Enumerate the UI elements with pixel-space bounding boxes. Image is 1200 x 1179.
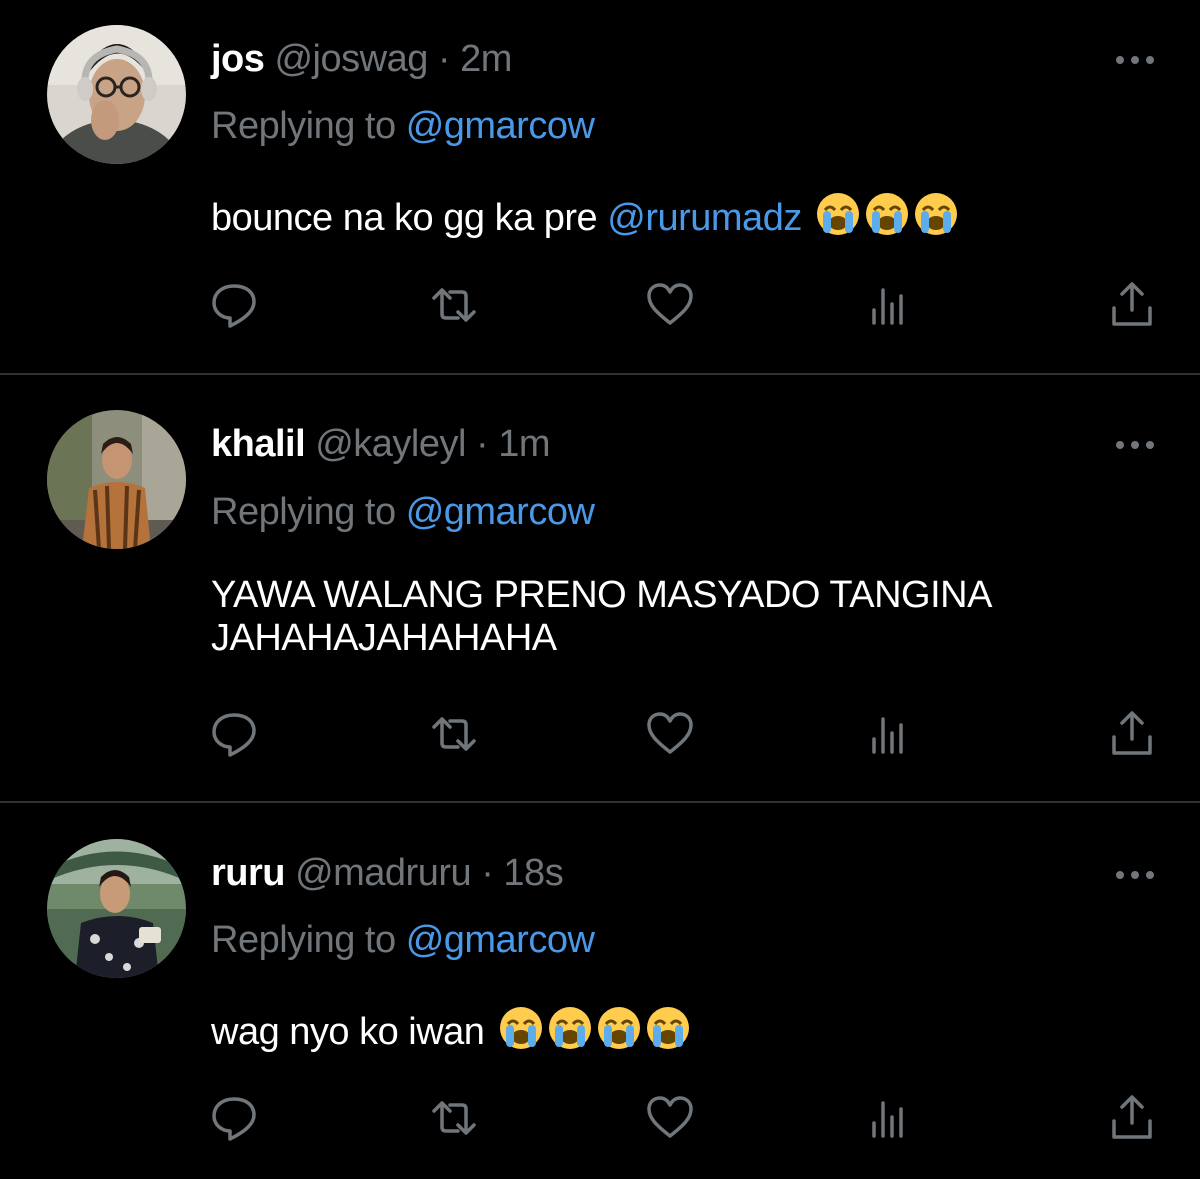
analytics-icon[interactable] [862, 1093, 914, 1143]
share-icon[interactable] [1106, 709, 1158, 759]
tweet-mention[interactable]: @rurumadz [607, 197, 802, 239]
avatar[interactable] [47, 25, 186, 164]
share-icon[interactable] [1106, 1093, 1158, 1143]
tweet-header: jos @joswag · 2m [211, 37, 512, 81]
loudly-crying-face-icon [548, 1007, 591, 1049]
tweet-header: ruru @madruru · 18s [211, 851, 564, 895]
emoji-group [495, 1005, 691, 1061]
user-handle[interactable]: @kayleyl [315, 423, 466, 465]
replying-to-label: Replying to [211, 491, 396, 533]
user-handle[interactable]: @joswag [274, 38, 428, 80]
reply-icon[interactable] [208, 709, 260, 759]
tweet-text: YAWA WALANG PRENO MASYADO TANGINA JAHAHA… [211, 574, 1141, 660]
tweet-text-content: YAWA WALANG PRENO MASYADO TANGINA JAHAHA… [211, 574, 990, 659]
more-options-icon[interactable] [1112, 865, 1158, 885]
more-options-icon[interactable] [1112, 435, 1158, 455]
share-icon[interactable] [1106, 280, 1158, 330]
tweet-header: khalil @kayleyl · 1m [211, 422, 551, 466]
analytics-icon[interactable] [862, 709, 914, 759]
replying-to-label: Replying to [211, 105, 396, 147]
tweet-text: bounce na ko gg ka pre @rurumadz [211, 191, 1171, 247]
loudly-crying-face-icon [499, 1007, 542, 1049]
replying-to: Replying to @gmarcow [211, 918, 595, 962]
like-icon[interactable] [644, 1093, 696, 1143]
retweet-icon[interactable] [428, 1093, 480, 1143]
loudly-crying-face-icon [597, 1007, 640, 1049]
avatar[interactable] [47, 410, 186, 549]
reply-icon[interactable] [208, 280, 260, 330]
more-options-icon[interactable] [1112, 50, 1158, 70]
separator: · [437, 38, 451, 80]
tweet-actions [0, 280, 1200, 330]
loudly-crying-face-icon [865, 193, 908, 235]
analytics-icon[interactable] [862, 280, 914, 330]
retweet-icon[interactable] [428, 280, 480, 330]
timestamp[interactable]: 1m [498, 423, 550, 465]
tweet-actions [0, 1093, 1200, 1143]
like-icon[interactable] [644, 709, 696, 759]
tweet-text-content: bounce na ko gg ka pre [211, 197, 608, 239]
tweet-text: wag nyo ko iwan [211, 1005, 1171, 1061]
replying-to: Replying to @gmarcow [211, 104, 595, 148]
replying-to-label: Replying to [211, 919, 396, 961]
retweet-icon[interactable] [428, 709, 480, 759]
display-name[interactable]: khalil [211, 423, 306, 465]
timestamp[interactable]: 2m [460, 38, 512, 80]
like-icon[interactable] [644, 280, 696, 330]
reply-icon[interactable] [208, 1093, 260, 1143]
loudly-crying-face-icon [914, 193, 957, 235]
separator: · [481, 852, 494, 894]
display-name[interactable]: jos [211, 38, 265, 80]
user-handle[interactable]: @madruru [295, 852, 472, 894]
tweet-ruru[interactable]: ruru @madruru · 18s Replying to @gmarcow… [0, 803, 1200, 1179]
loudly-crying-face-icon [816, 193, 859, 235]
display-name[interactable]: ruru [211, 852, 286, 894]
tweet-jos[interactable]: jos @joswag · 2m Replying to @gmarcow bo… [0, 0, 1200, 373]
replying-to-mention[interactable]: @gmarcow [406, 491, 595, 533]
avatar[interactable] [47, 839, 186, 978]
replying-to-mention[interactable]: @gmarcow [406, 919, 595, 961]
replying-to: Replying to @gmarcow [211, 490, 595, 534]
replying-to-mention[interactable]: @gmarcow [406, 105, 595, 147]
separator: · [476, 423, 489, 465]
loudly-crying-face-icon [646, 1007, 689, 1049]
timestamp[interactable]: 18s [503, 852, 563, 894]
tweet-actions [0, 709, 1200, 759]
emoji-group [812, 191, 959, 247]
tweet-khalil[interactable]: khalil @kayleyl · 1m Replying to @gmarco… [0, 375, 1200, 801]
tweet-text-content: wag nyo ko iwan [211, 1011, 495, 1053]
